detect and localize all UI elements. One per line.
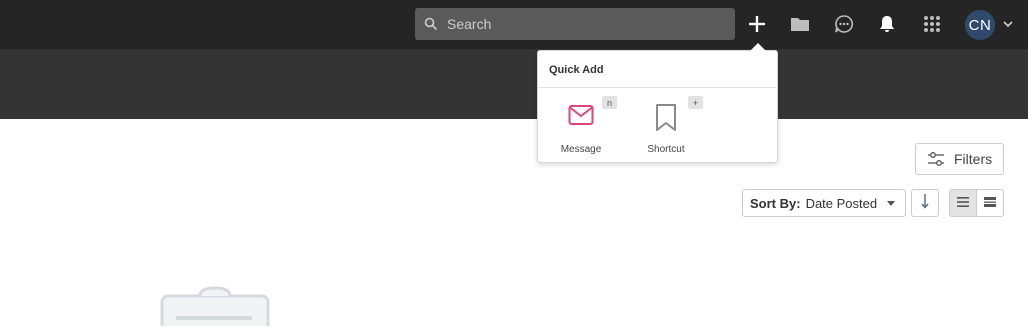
compact-view-button[interactable] xyxy=(977,190,1003,216)
dropdown-caret xyxy=(750,43,766,51)
sliders-icon xyxy=(928,152,944,166)
quick-add-label: Message xyxy=(560,144,602,155)
quick-add-shortcut[interactable]: + Shortcut xyxy=(631,96,703,156)
bell-icon[interactable] xyxy=(871,8,903,40)
top-navigation-bar: CN xyxy=(0,0,1028,49)
plus-icon[interactable] xyxy=(741,8,773,40)
sort-by-label: Sort By: xyxy=(750,195,801,211)
list-view-button[interactable] xyxy=(950,190,977,216)
filters-label: Filters xyxy=(954,151,993,167)
arrow-down-icon xyxy=(920,193,930,214)
view-mode-toggle xyxy=(949,189,1004,217)
list-view-icon xyxy=(956,194,969,212)
page-header-band xyxy=(0,49,1028,119)
sort-direction-button[interactable] xyxy=(911,189,939,217)
sort-by-value: Date Posted xyxy=(805,195,878,211)
quick-add-menu: Quick Add n Message + Shortcut xyxy=(537,50,778,163)
search-input[interactable] xyxy=(447,16,717,32)
quick-add-title: Quick Add xyxy=(549,64,604,76)
chat-icon[interactable] xyxy=(828,8,860,40)
apps-grid-icon[interactable] xyxy=(916,8,948,40)
bookmark-icon xyxy=(631,104,701,132)
user-avatar[interactable]: CN xyxy=(965,10,995,40)
search-box[interactable] xyxy=(415,8,735,40)
folder-icon[interactable] xyxy=(784,8,816,40)
chevron-down-icon[interactable] xyxy=(1001,17,1015,31)
envelope-icon xyxy=(546,104,616,132)
search-icon xyxy=(415,8,447,40)
clipboard-icon xyxy=(158,286,272,331)
divider xyxy=(538,87,777,88)
filters-button[interactable]: Filters xyxy=(915,143,1004,175)
sort-by-select[interactable]: Sort By: Date Posted xyxy=(742,189,906,217)
quick-add-message[interactable]: n Message xyxy=(546,96,617,156)
caret-down-icon xyxy=(887,201,895,206)
quick-add-label: Shortcut xyxy=(647,144,685,155)
compact-view-icon xyxy=(983,194,996,212)
